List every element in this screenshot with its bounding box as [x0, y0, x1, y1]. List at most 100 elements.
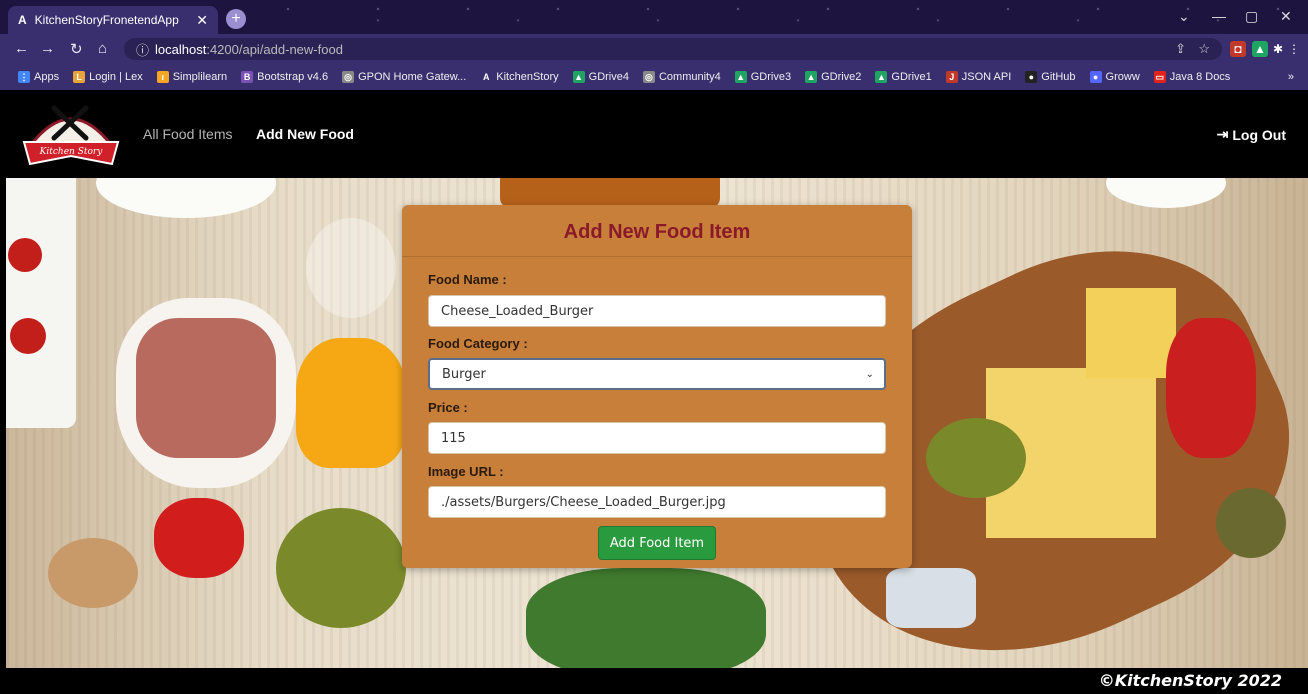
food-name-input[interactable]: Cheese_Loaded_Burger — [428, 295, 886, 327]
bookmark-item[interactable]: ◎ GPON Home Gatew... — [342, 71, 466, 83]
bookmark-label: KitchenStory — [496, 71, 559, 83]
blue-cheese — [886, 568, 976, 628]
groww-icon: ● — [1089, 71, 1102, 83]
chevron-down-icon: ⌄ — [865, 368, 874, 380]
back-icon[interactable]: ← — [14, 40, 29, 57]
cherry-tomatoes — [1166, 318, 1256, 458]
kitchen-story-logo[interactable]: Kitchen Story — [22, 98, 120, 174]
logout-icon: ⇥ — [1216, 126, 1229, 142]
home-icon[interactable]: ⌂ — [98, 40, 107, 57]
bookmark-label: GPON Home Gatew... — [358, 71, 467, 83]
form-title: Add New Food Item — [563, 221, 751, 243]
bookmark-item[interactable]: ⋮ Apps — [18, 71, 59, 83]
bookmark-label: Bootstrap v4.6 — [257, 71, 329, 83]
more-bookmarks-icon[interactable]: » — [1288, 71, 1294, 83]
bookmark-item[interactable]: B Bootstrap v4.6 — [241, 71, 328, 83]
bookmark-label: GDrive3 — [750, 71, 792, 83]
bookmark-item[interactable]: ▭ Java 8 Docs — [1153, 71, 1231, 83]
olives-bowl — [276, 508, 406, 628]
glass — [306, 218, 396, 318]
address-bar: ← → ↻ ⌂ ⓘ localhost:4200/api/add-new-foo… — [0, 34, 1308, 64]
angular-icon: A — [18, 13, 27, 27]
url-host: localhost — [155, 41, 207, 57]
gdrive-icon: ▲ — [572, 71, 585, 83]
tab-search-icon[interactable]: ⌄ — [1178, 8, 1190, 25]
baking-dish — [6, 178, 76, 428]
bookmark-item[interactable]: ▲ GDrive1 — [875, 71, 932, 83]
menu-icon[interactable]: ⋮ — [1286, 41, 1302, 57]
minimize-icon[interactable]: — — [1212, 8, 1226, 24]
hummus-bowl — [48, 538, 138, 608]
globe-icon: ◎ — [642, 71, 655, 83]
tab-title: KitchenStoryFronetendApp — [34, 13, 179, 27]
star-icon[interactable]: ☆ — [1198, 41, 1210, 57]
bookmark-item[interactable]: ı Simplilearn — [156, 71, 228, 83]
nav-all-food-items[interactable]: All Food Items — [143, 126, 232, 142]
card-header: Add New Food Item — [402, 205, 912, 257]
gdrive-icon: ▲ — [805, 71, 818, 83]
food-category-select[interactable]: Burger ⌄ — [428, 358, 886, 390]
bookmark-item[interactable]: ▲ GDrive4 — [572, 71, 629, 83]
new-tab-button[interactable]: + — [226, 9, 246, 29]
olives-glass — [926, 418, 1026, 498]
bookmark-label: GDrive2 — [821, 71, 862, 83]
bookmark-item[interactable]: A KitchenStory — [480, 71, 559, 83]
json-icon: J — [945, 71, 958, 83]
cheese-wedge — [1086, 288, 1176, 378]
logout-button[interactable]: ⇥ Log Out — [1217, 126, 1286, 143]
browser-tab-bar: A KitchenStoryFronetendApp ✕ + ⌄ — ▢ ✕ — [0, 0, 1308, 34]
angular-icon: A — [480, 71, 493, 83]
bread-plate — [500, 178, 720, 208]
price-input[interactable]: 115 — [428, 422, 886, 454]
image-url-label: Image URL : — [428, 464, 504, 479]
pocket-icon[interactable]: ◘ — [1230, 41, 1246, 57]
food-category-value: Burger — [442, 366, 486, 382]
bookmark-item[interactable]: ▲ GDrive3 — [734, 71, 792, 83]
food-name-label: Food Name : — [428, 272, 507, 287]
gdrive-extension-icon[interactable]: ▲ — [1252, 41, 1268, 57]
bookmark-label: GDrive1 — [891, 71, 932, 83]
close-window-icon[interactable]: ✕ — [1280, 8, 1292, 25]
logout-label: Log Out — [1232, 126, 1286, 143]
logo-text: Kitchen Story — [39, 147, 104, 157]
bookmark-item[interactable]: ● GitHub — [1025, 71, 1076, 83]
gdrive-icon: ▲ — [734, 71, 747, 83]
restore-icon[interactable]: ▢ — [1245, 8, 1258, 25]
globe-icon: ◎ — [342, 71, 355, 83]
forward-icon[interactable]: → — [40, 40, 55, 57]
bookmark-label: Simplilearn — [172, 71, 228, 83]
pesto-bowl — [1216, 488, 1286, 558]
food-category-label: Food Category : — [428, 336, 528, 351]
gdrive-icon: ▲ — [875, 71, 888, 83]
bacon — [136, 318, 276, 458]
bookmark-item[interactable]: L Login | Lex — [73, 71, 143, 83]
reload-icon[interactable]: ↻ — [70, 40, 83, 58]
add-food-item-button[interactable]: Add Food Item — [598, 526, 716, 560]
bookmark-item[interactable]: ◎ Community4 — [642, 71, 721, 83]
info-icon[interactable]: ⓘ — [136, 40, 149, 59]
tomato — [10, 318, 46, 354]
bookmark-item[interactable]: ● Groww — [1089, 71, 1140, 83]
close-tab-icon[interactable]: ✕ — [196, 12, 208, 29]
github-icon: ● — [1025, 71, 1038, 83]
bookmark-label: JSON API — [961, 71, 1012, 83]
share-icon[interactable]: ⇪ — [1175, 41, 1186, 57]
image-url-input[interactable]: ./assets/Burgers/Cheese_Loaded_Burger.jp… — [428, 486, 886, 518]
bookmark-item[interactable]: ▲ GDrive2 — [805, 71, 861, 83]
salad-bowl — [526, 568, 766, 668]
red-pepper — [154, 498, 244, 578]
bookmark-item[interactable]: J JSON API — [945, 71, 1012, 83]
add-food-form: Add New Food Item Food Name : Cheese_Loa… — [402, 205, 912, 568]
bookmark-label: Apps — [34, 71, 60, 83]
url-input[interactable]: ⓘ localhost:4200/api/add-new-food ⇪ ☆ — [124, 38, 1222, 60]
url-path: :4200/api/add-new-food — [206, 41, 343, 57]
extensions-icon[interactable]: ✱ — [1270, 41, 1286, 57]
nav-add-new-food[interactable]: Add New Food — [256, 126, 354, 142]
oracle-icon: ▭ — [1153, 71, 1166, 83]
bookmark-label: Login | Lex — [89, 71, 143, 83]
copyright-text: ©KitchenStory 2022 — [1098, 671, 1282, 690]
bookmarks-bar: ⋮ Apps L Login | Lex ı Simplilearn B Bootstrap … — [0, 64, 1308, 90]
browser-tab[interactable]: A KitchenStoryFronetendApp ✕ — [8, 6, 218, 34]
price-label: Price : — [428, 400, 468, 415]
bookmark-label: Java 8 Docs — [1169, 71, 1231, 83]
